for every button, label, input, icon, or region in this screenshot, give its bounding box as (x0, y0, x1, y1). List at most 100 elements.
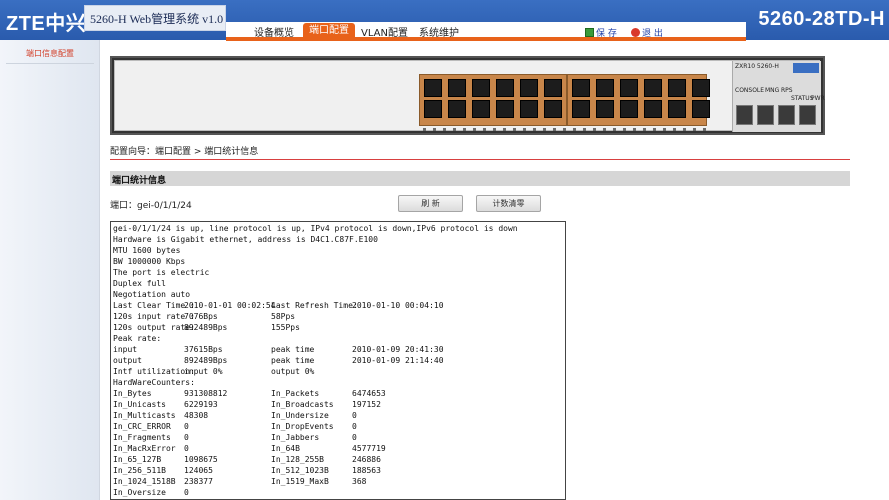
ethernet-port[interactable] (544, 79, 562, 97)
clear-counters-button[interactable]: 计数清零 (476, 195, 541, 212)
stat-key: In_512_1023B (271, 466, 329, 475)
stat-line: gei-0/1/1/24 is up, line protocol is up,… (113, 224, 518, 233)
stat-key: In_Fragments (113, 433, 171, 442)
ethernet-port[interactable] (424, 100, 442, 118)
stat-key: 120s output rate: (113, 323, 195, 332)
stat-row: HardWareCounters: (113, 377, 563, 388)
stat-value: 931308812 (184, 389, 228, 398)
ethernet-port[interactable] (596, 79, 614, 97)
stat-value: 6229193 (184, 400, 218, 409)
stat-value: 2010-01-09 20:41:30 (352, 345, 444, 354)
ethernet-port[interactable] (472, 100, 490, 118)
stat-row: 120s output rate: 892489Bps 155Pps (113, 322, 563, 333)
stat-key: output (113, 356, 142, 365)
mng-port-label: MNG (765, 87, 780, 94)
stat-key: In_Broadcasts (271, 400, 334, 409)
device-model: 5260-28TD-H (758, 8, 885, 30)
system-title: 5260-H Web管理系统 v1.0 (90, 12, 224, 26)
exit-button[interactable]: 退 出 (631, 26, 663, 39)
stat-row: Intf utilization: input 0% output 0% (113, 366, 563, 377)
stat-key: In_Bytes (113, 389, 152, 398)
ethernet-port[interactable] (572, 79, 590, 97)
stat-row: In_Bytes 931308812 In_Packets 6474653 (113, 388, 563, 399)
stat-key: In_Packets (271, 389, 320, 398)
sidebar: 端口信息配置 (0, 40, 100, 500)
stat-row: In_1024_1518B 238377 In_1519_MaxB 368 (113, 476, 563, 487)
ethernet-port[interactable] (644, 79, 662, 97)
ethernet-port[interactable] (692, 79, 710, 97)
stat-value: 2010-01-10 00:04:10 (352, 301, 444, 310)
ethernet-port[interactable] (496, 100, 514, 118)
stat-row: In_Fragments 0 In_Jabbers 0 (113, 432, 563, 443)
stat-value: 188563 (352, 466, 381, 475)
ethernet-port[interactable] (692, 100, 710, 118)
app-header: ZTE中兴 5260-H Web管理系统 v1.0 设备概览 端口配置 VLAN… (0, 0, 889, 41)
ethernet-port[interactable] (620, 79, 638, 97)
nav-device-overview[interactable]: 设备概览 (254, 24, 294, 39)
stat-value: 0 (352, 411, 357, 420)
ethernet-port[interactable] (448, 100, 466, 118)
ethernet-port[interactable] (496, 79, 514, 97)
stat-key: In_Jabbers (271, 433, 320, 442)
stat-key: peak time (271, 345, 315, 354)
ethernet-port[interactable] (668, 79, 686, 97)
stat-key: In_64B (271, 444, 300, 453)
stat-value: 2010-01-09 21:14:40 (352, 356, 444, 365)
stat-line: Hardware is Gigabit ethernet, address is… (113, 235, 378, 244)
stat-key: output 0% (271, 367, 315, 376)
stat-value: 246886 (352, 455, 381, 464)
sfp-port[interactable] (778, 105, 795, 125)
ethernet-port[interactable] (448, 79, 466, 97)
stat-value: 0 (184, 488, 189, 497)
nav-system-maintenance[interactable]: 系统维护 (419, 24, 459, 39)
device-uplink-section: ZXR10 5260-H CONSOLE MNG RPS STATUS PWR (732, 61, 825, 132)
save-label: 保 存 (596, 29, 617, 39)
nav-port-config[interactable]: 端口配置 (303, 23, 355, 39)
ethernet-port[interactable] (424, 79, 442, 97)
stat-row: In_Unicasts 6229193 In_Broadcasts 197152 (113, 399, 563, 410)
stat-key: In_1519_MaxB (271, 477, 329, 486)
ethernet-port[interactable] (644, 100, 662, 118)
stat-value: 37615Bps (184, 345, 223, 354)
ethernet-port[interactable] (520, 79, 538, 97)
stat-value: 197152 (352, 400, 381, 409)
stat-key: peak time (271, 356, 315, 365)
stat-key: In_128_255B (271, 455, 324, 464)
ethernet-port[interactable] (472, 79, 490, 97)
stat-row: In_Oversize 0 (113, 487, 563, 498)
sfp-port[interactable] (736, 105, 753, 125)
stat-key: Peak rate: (113, 334, 162, 343)
ethernet-port[interactable] (668, 100, 686, 118)
ethernet-port[interactable] (544, 100, 562, 118)
stat-key: In_65_127B (113, 455, 162, 464)
refresh-button[interactable]: 刷 新 (398, 195, 463, 212)
stat-value: 2010-01-01 00:02:54 (184, 301, 276, 310)
sfp-port[interactable] (757, 105, 774, 125)
stat-key: In_Undersize (271, 411, 329, 420)
nav-vlan-config[interactable]: VLAN配置 (361, 24, 408, 39)
device-panel-face: ZXR10 5260-H CONSOLE MNG RPS STATUS PWR (114, 60, 825, 132)
stat-key: In_DropEvents (271, 422, 334, 431)
stat-key: HardWareCounters: (113, 378, 195, 387)
sidebar-item-port-info-config[interactable]: 端口信息配置 (6, 48, 94, 64)
save-button[interactable]: 保 存 (585, 26, 617, 39)
port-group-1 (419, 74, 567, 126)
system-title-box: 5260-H Web管理系统 v1.0 (84, 5, 226, 31)
stat-value: 892489Bps (184, 356, 228, 365)
stat-key: Last Clear Time : (113, 301, 195, 310)
stat-key: In_Unicasts (113, 400, 166, 409)
stat-key: 58Pps (271, 312, 296, 321)
stat-value: 7076Bps (184, 312, 218, 321)
ethernet-port[interactable] (620, 100, 638, 118)
stat-value: 1098675 (184, 455, 218, 464)
ethernet-port[interactable] (596, 100, 614, 118)
port-led-row (423, 128, 713, 131)
ethernet-port[interactable] (520, 100, 538, 118)
console-port-label: CONSOLE (735, 87, 765, 94)
stat-key: In_Multicasts (113, 411, 176, 420)
device-front-panel: ZXR10 5260-H CONSOLE MNG RPS STATUS PWR (110, 56, 825, 135)
ethernet-port[interactable] (572, 100, 590, 118)
save-icon (585, 28, 594, 37)
sfp-port[interactable] (799, 105, 816, 125)
stat-value: 0 (352, 422, 357, 431)
